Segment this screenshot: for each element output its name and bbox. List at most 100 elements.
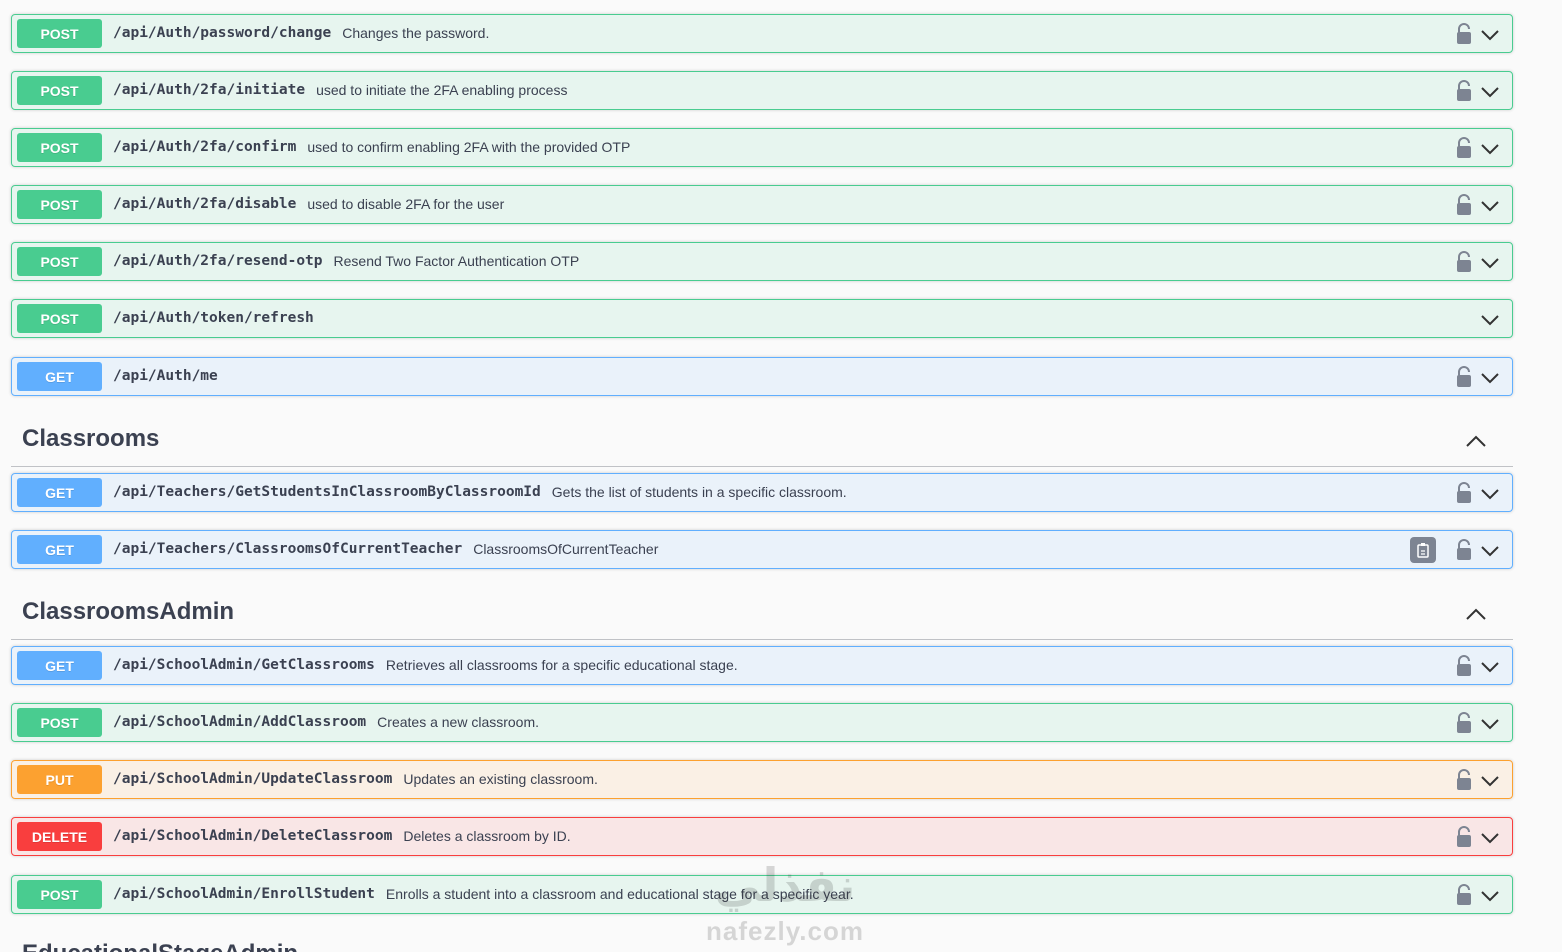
path-text: /api/SchoolAdmin/GetClassrooms <box>113 657 375 673</box>
method-badge: POST <box>17 708 102 737</box>
path-text: /api/SchoolAdmin/AddClassroom <box>113 714 367 730</box>
chevron-up-icon[interactable] <box>1465 604 1487 626</box>
method-badge: POST <box>17 19 102 48</box>
chevron-down-icon[interactable] <box>1480 886 1500 906</box>
operation-path: /api/SchoolAdmin/AddClassroom Creates a n… <box>113 714 539 730</box>
operation-path: /api/Auth/token/refresh <box>113 310 314 326</box>
lock-icon[interactable] <box>1456 769 1472 791</box>
lock-icon[interactable] <box>1456 366 1472 388</box>
operation-summary: used to confirm enabling 2FA with the pr… <box>307 139 631 155</box>
tag-title: Classrooms <box>22 425 160 452</box>
method-badge: POST <box>17 304 102 333</box>
operation-delete-classroom[interactable]: DELETE /api/SchoolAdmin/DeleteClassroom D… <box>11 817 1513 856</box>
operation-post-password-change[interactable]: POST /api/Auth/password/change Changes th… <box>11 14 1513 53</box>
method-badge: POST <box>17 133 102 162</box>
path-text: /api/Teachers/GetStudentsInClassroomByCl… <box>113 484 541 500</box>
operation-post-2fa-disable[interactable]: POST /api/Auth/2fa/disable used to disabl… <box>11 185 1513 224</box>
lock-icon[interactable] <box>1456 884 1472 906</box>
operation-post-2fa-resend-otp[interactable]: POST /api/Auth/2fa/resend-otp Resend Two … <box>11 242 1513 281</box>
lock-icon[interactable] <box>1456 826 1472 848</box>
method-badge: POST <box>17 247 102 276</box>
method-badge: POST <box>17 76 102 105</box>
operation-path: /api/Teachers/ClassroomsOfCurrentTeacher… <box>113 541 658 557</box>
chevron-down-icon[interactable] <box>1480 82 1500 102</box>
lock-icon[interactable] <box>1456 194 1472 216</box>
method-badge: GET <box>17 362 102 391</box>
lock-icon[interactable] <box>1456 539 1472 561</box>
operation-path: /api/Auth/me <box>113 368 218 384</box>
swagger-page: POST /api/Auth/password/change Changes th… <box>0 0 1562 952</box>
lock-icon[interactable] <box>1456 712 1472 734</box>
operation-summary: used to disable 2FA for the user <box>307 196 505 212</box>
operation-summary: Resend Two Factor Authentication OTP <box>333 253 580 269</box>
lock-icon[interactable] <box>1456 482 1472 504</box>
operation-get-classrooms-of-current-teacher[interactable]: GET /api/Teachers/ClassroomsOfCurrentTea… <box>11 530 1513 569</box>
copy-to-clipboard-button[interactable] <box>1410 537 1436 563</box>
path-text: /api/SchoolAdmin/EnrollStudent <box>113 886 375 902</box>
lock-icon[interactable] <box>1456 23 1472 45</box>
chevron-down-icon[interactable] <box>1480 541 1500 561</box>
path-text: /api/Auth/2fa/resend-otp <box>113 253 323 269</box>
method-badge: PUT <box>17 765 102 794</box>
method-badge: POST <box>17 190 102 219</box>
chevron-down-icon[interactable] <box>1480 139 1500 159</box>
lock-icon[interactable] <box>1456 655 1472 677</box>
operation-summary: Gets the list of students in a specific … <box>551 484 847 500</box>
tag-title: ClassroomsAdmin <box>22 598 235 625</box>
operation-path: /api/Auth/2fa/confirm used to confirm ena… <box>113 139 630 155</box>
chevron-down-icon[interactable] <box>1480 657 1500 677</box>
operation-summary: ClassroomsOfCurrentTeacher <box>473 541 659 557</box>
operation-summary: used to initiate the 2FA enabling proces… <box>316 82 568 98</box>
tag-section-classrooms-admin[interactable]: ClassroomsAdmin <box>11 590 1513 640</box>
path-text: /api/Auth/2fa/disable <box>113 196 297 212</box>
operation-path: /api/Auth/password/change Changes the pas… <box>113 25 489 41</box>
method-badge: GET <box>17 651 102 680</box>
chevron-down-icon[interactable] <box>1480 714 1500 734</box>
copy-to-clipboard-icon <box>1417 543 1429 558</box>
operation-post-enroll-student[interactable]: POST /api/SchoolAdmin/EnrollStudent Enrol… <box>11 875 1513 914</box>
lock-icon[interactable] <box>1456 251 1472 273</box>
path-text: /api/SchoolAdmin/DeleteClassroom <box>113 828 393 844</box>
chevron-up-icon[interactable] <box>1465 431 1487 453</box>
operation-post-token-refresh[interactable]: POST /api/Auth/token/refresh <box>11 299 1513 338</box>
operation-path: /api/Teachers/GetStudentsInClassroomByCl… <box>113 484 847 500</box>
method-badge: DELETE <box>17 822 102 851</box>
operation-get-classrooms[interactable]: GET /api/SchoolAdmin/GetClassrooms Retrie… <box>11 646 1513 685</box>
path-text: /api/Teachers/ClassroomsOfCurrentTeacher <box>113 541 463 557</box>
operation-summary: Updates an existing classroom. <box>403 771 598 787</box>
operation-post-2fa-initiate[interactable]: POST /api/Auth/2fa/initiate used to initi… <box>11 71 1513 110</box>
operation-put-update-classroom[interactable]: PUT /api/SchoolAdmin/UpdateClassroom Upda… <box>11 760 1513 799</box>
tag-section-classrooms[interactable]: Classrooms <box>11 417 1513 467</box>
chevron-down-icon[interactable] <box>1480 196 1500 216</box>
path-text: /api/Auth/2fa/confirm <box>113 139 297 155</box>
chevron-down-icon[interactable] <box>1480 25 1500 45</box>
watermark-latin: nafezly.com <box>706 916 864 946</box>
path-text: /api/Auth/me <box>113 368 218 384</box>
chevron-down-icon[interactable] <box>1480 310 1500 330</box>
chevron-down-icon[interactable] <box>1480 253 1500 273</box>
chevron-down-icon[interactable] <box>1480 828 1500 848</box>
path-text: /api/Auth/password/change <box>113 25 332 41</box>
operation-post-add-classroom[interactable]: POST /api/SchoolAdmin/AddClassroom Create… <box>11 703 1513 742</box>
operation-summary: Enrolls a student into a classroom and e… <box>385 886 854 902</box>
operation-path: /api/Auth/2fa/disable used to disable 2FA… <box>113 196 504 212</box>
path-text: /api/Auth/token/refresh <box>113 310 314 326</box>
operation-get-auth-me[interactable]: GET /api/Auth/me <box>11 357 1513 396</box>
operation-get-students-in-classroom[interactable]: GET /api/Teachers/GetStudentsInClassroom… <box>11 473 1513 512</box>
operation-post-2fa-confirm[interactable]: POST /api/Auth/2fa/confirm used to confir… <box>11 128 1513 167</box>
operation-path: /api/SchoolAdmin/UpdateClassroom Updates … <box>113 771 598 787</box>
chevron-down-icon[interactable] <box>1480 771 1500 791</box>
chevron-down-icon[interactable] <box>1480 484 1500 504</box>
lock-icon[interactable] <box>1456 80 1472 102</box>
operation-path: /api/SchoolAdmin/DeleteClassroom Deletes … <box>113 828 571 844</box>
method-badge: POST <box>17 880 102 909</box>
chevron-down-icon[interactable] <box>1480 368 1500 388</box>
operation-summary: Creates a new classroom. <box>377 714 540 730</box>
operation-path: /api/Auth/2fa/initiate used to initiate t… <box>113 82 567 98</box>
lock-icon[interactable] <box>1456 137 1472 159</box>
tag-title-cut-off[interactable]: EducationalStageAdmin <box>22 942 298 952</box>
method-badge: GET <box>17 478 102 507</box>
operation-summary: Deletes a classroom by ID. <box>403 828 571 844</box>
operation-path: /api/SchoolAdmin/GetClassrooms Retrieves … <box>113 657 738 673</box>
operation-path: /api/SchoolAdmin/EnrollStudent Enrolls a … <box>113 886 854 902</box>
